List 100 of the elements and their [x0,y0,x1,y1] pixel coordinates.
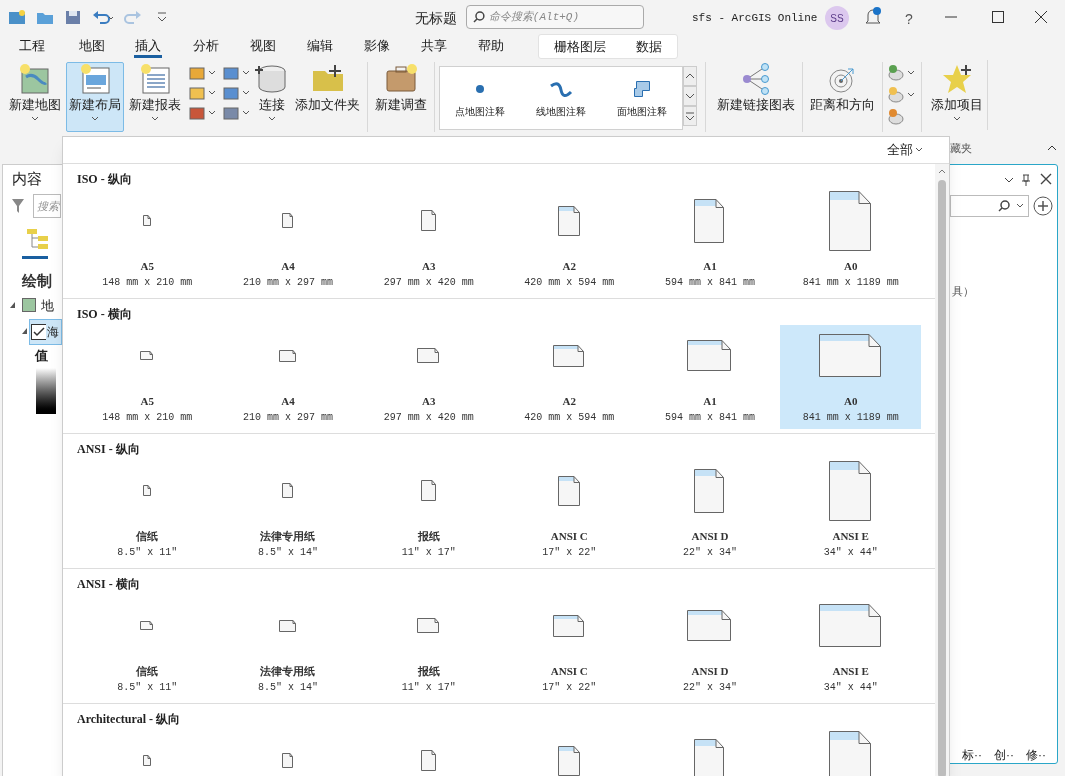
expand-gallery-button[interactable] [683,106,697,126]
command-search-field[interactable]: 命令搜索(Alt+Q) [488,8,637,26]
contextual-tab[interactable]: 数据 [636,36,662,57]
caret-icon [90,114,100,123]
section-title: ISO - 纵向 [77,171,133,188]
paper-dimensions: 594 mm x 841 mm [665,275,755,290]
ribbon-tab[interactable]: 影像 [363,36,391,58]
collapse-icon[interactable] [1047,144,1057,152]
paper-size-option[interactable]: A1 594 mm x 841 mm [639,325,781,429]
paper-name: A5 [140,259,155,274]
paper-size-option[interactable]: A5 148 mm x 210 mm [77,325,218,429]
column-header[interactable]: 修·· [1026,746,1046,764]
ribbon-tab[interactable]: 工程 [18,36,46,58]
paper-dimensions: 210 mm x 297 mm [243,275,333,290]
ribbon-tab[interactable]: 插入 [134,36,162,58]
gallery-item[interactable]: 点地图注释 [455,77,506,119]
paper-dimensions: 420 mm x 594 mm [524,410,615,425]
paper-name: ANSI E [832,529,869,544]
scroll-down-button[interactable] [683,86,697,106]
paper-size-option[interactable]: A1 594 mm x 841 mm [639,190,781,294]
paper-size-option[interactable]: 法律专用纸 8.5" x 14" [217,595,359,699]
ribbon-button[interactable]: 新建链接图表 [714,62,798,132]
ribbon-button[interactable]: 距离和方向 [807,62,878,132]
ribbon-tab[interactable]: 编辑 [306,36,334,58]
notification-icon[interactable] [864,6,882,26]
column-header[interactable]: 创·· [994,746,1014,764]
filter-icon [11,198,25,214]
ribbon-tab[interactable]: 共享 [420,36,448,58]
column-header[interactable]: 标·· [962,746,982,764]
page-icon [819,604,883,648]
paper-size-option[interactable]: ANSI C 17" x 22" [499,595,640,699]
ribbon-button[interactable]: 连接 [252,62,292,132]
layer-item[interactable]: 海 [29,319,62,345]
gallery-item[interactable]: 线地图注释 [536,77,586,119]
paper-size-option[interactable]: A5 148 mm x 210 mm [77,190,218,294]
paper-dimensions: 8.5" x 14" [258,680,318,695]
command-search-box[interactable]: 命令搜索(Alt+Q) [466,5,644,29]
paper-size-option[interactable]: A0 841 mm x 1189 mm [780,190,921,294]
paper-size-option[interactable]: A4 210 mm x 297 mm [217,190,359,294]
pane-title: 内容 [12,169,42,189]
paper-size-option[interactable]: A3 297 mm x 420 mm [358,190,499,294]
point-icon [475,83,486,94]
paper-size-option[interactable]: ANSI C 17" x 22" [499,460,640,564]
section-title: ANSI - 纵向 [77,441,141,458]
tree-item[interactable]: 地 [41,296,54,316]
maximize-icon[interactable] [992,11,1004,23]
paper-size-option[interactable]: A3 297 mm x 420 mm [358,325,499,429]
paper-dimensions: 34" x 44" [823,680,878,695]
paper-dimensions: 841 mm x 1189 mm [802,410,899,425]
paper-size-option[interactable]: 报纸 11" x 17" [358,460,499,564]
paper-name: ANSI D [691,664,729,679]
gallery-item[interactable]: 面地图注释 [616,77,667,119]
paper-size-option[interactable]: 信纸 8.5" x 11" [77,460,218,564]
paper-size-option[interactable]: ANSI E 34" x 44" [780,460,921,564]
paper-size-option[interactable]: ANSI E 34" x 44" [780,595,921,699]
page-icon [420,210,437,232]
page-icon [279,619,297,633]
page-icon [140,621,155,631]
paper-dimensions: 22" x 34" [683,680,737,695]
paper-size-option[interactable]: 信纸 8.5" x 11" [77,595,218,699]
page-icon [142,215,152,227]
caret-icon [242,90,250,96]
scrollbar[interactable] [935,164,949,776]
search-field[interactable] [950,195,1029,217]
contextual-tab[interactable]: 栅格图层 [554,36,606,57]
paper-size-option[interactable]: 报纸 11" x 17" [358,595,499,699]
page-icon [142,755,152,767]
caret-icon [684,71,696,81]
ribbon-button[interactable]: 添加项目 [928,62,986,132]
page-icon [417,618,441,634]
ribbon-button[interactable]: 添加文件夹 [292,62,363,132]
ribbon-button[interactable]: 新建地图 [6,62,64,132]
pane-text: 具） [952,284,974,299]
paper-size-option[interactable]: 法律专用纸 8.5" x 14" [217,460,359,564]
close-icon[interactable] [1035,11,1047,23]
paper-size-option[interactable]: ANSI D 22" x 34" [639,595,781,699]
scroll-up-button[interactable] [683,66,697,86]
paper-size-option[interactable]: ANSI D 22" x 34" [639,460,781,564]
paper-size-option[interactable]: A0 841 mm x 1189 mm [780,325,921,429]
help-button[interactable]: ? [905,9,913,30]
ribbon-button[interactable]: 新建报表 [126,62,184,132]
paper-dimensions: 594 mm x 841 mm [665,410,755,425]
paper-size-option[interactable]: A2 420 mm x 594 mm [499,190,640,294]
expand-icon [10,302,16,308]
paper-size-option[interactable]: A2 420 mm x 594 mm [499,325,640,429]
ribbon-tab[interactable]: 分析 [192,36,220,58]
filter-dropdown[interactable]: 全部 [887,140,923,160]
ribbon-tab[interactable]: 视图 [249,36,277,58]
ribbon-button[interactable]: 新建布局 [66,62,124,132]
paper-size-option[interactable]: A4 210 mm x 297 mm [217,325,359,429]
paper-name: 信纸 [136,529,159,544]
paper-name: A5 [140,394,155,409]
paper-dimensions: 17" x 22" [542,680,597,695]
caret-icon [684,111,696,121]
page-icon [829,460,873,522]
section-heading: 绘制 [22,271,52,291]
ribbon-tab[interactable]: 帮助 [477,36,505,58]
ribbon-button[interactable]: 新建调查 [372,62,430,132]
user-avatar[interactable]: SS [825,6,849,30]
ribbon-tab[interactable]: 地图 [78,36,106,58]
